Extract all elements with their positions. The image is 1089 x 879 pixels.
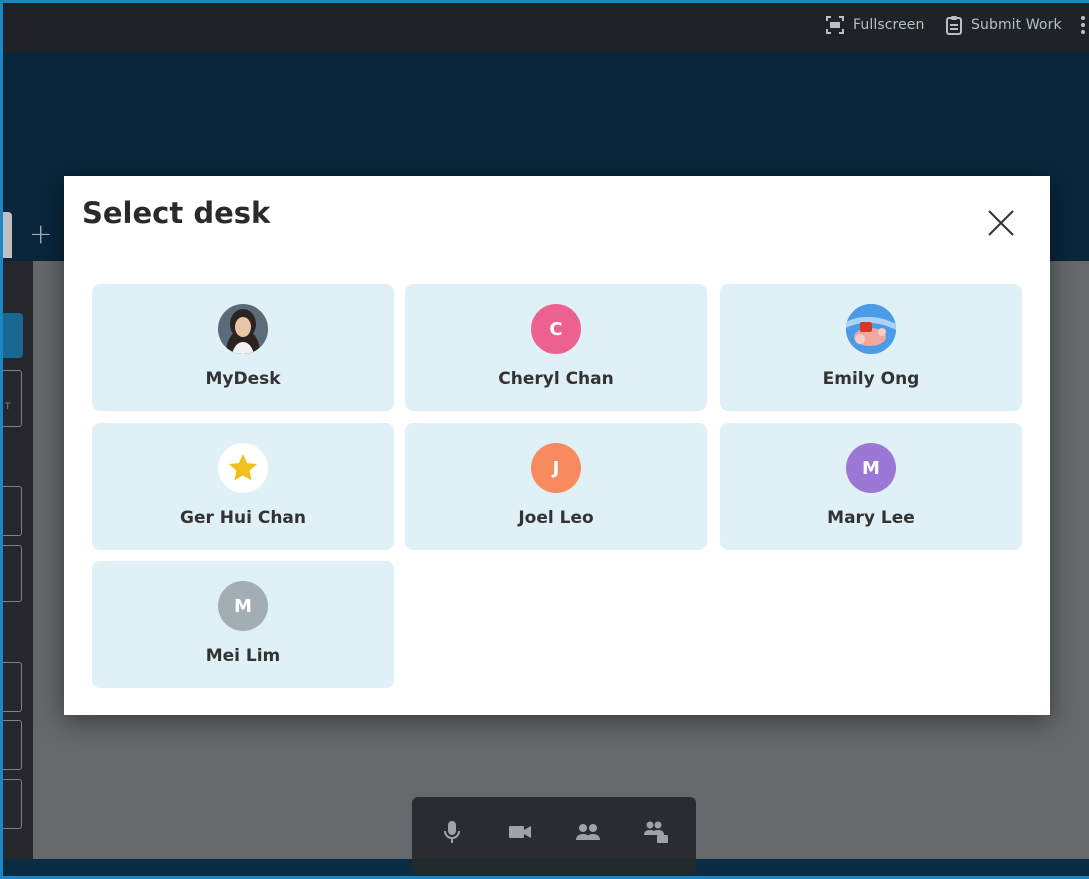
desk-card-mydesk[interactable]: MyDesk bbox=[92, 284, 394, 411]
desk-card-emily-ong[interactable]: Emily Ong bbox=[720, 284, 1022, 411]
avatar-initial: C bbox=[531, 304, 581, 354]
desk-card-joel-leo[interactable]: J Joel Leo bbox=[405, 423, 707, 550]
avatar-star bbox=[218, 443, 268, 493]
fullscreen-icon bbox=[826, 16, 844, 34]
avatar-photo bbox=[218, 304, 268, 354]
dialog-title: Select desk bbox=[82, 196, 271, 230]
select-desk-dialog: Select desk MyDesk C Cheryl Chan Emily O… bbox=[64, 176, 1050, 715]
cartoon-avatar-icon bbox=[846, 304, 896, 354]
desk-card-mary-lee[interactable]: M Mary Lee bbox=[720, 423, 1022, 550]
desk-name: Emily Ong bbox=[822, 369, 920, 389]
desk-name: MyDesk bbox=[205, 369, 281, 389]
close-button[interactable] bbox=[986, 208, 1016, 238]
close-icon bbox=[988, 210, 1014, 236]
desk-name: Ger Hui Chan bbox=[179, 508, 306, 528]
desk-card-cheryl-chan[interactable]: C Cheryl Chan bbox=[405, 284, 707, 411]
star-icon bbox=[228, 453, 258, 481]
avatar-initial: M bbox=[218, 581, 268, 631]
submit-work-label: Submit Work bbox=[971, 17, 1062, 33]
desk-name: Mary Lee bbox=[827, 508, 915, 528]
user-photo-icon bbox=[218, 304, 268, 354]
clipboard-icon bbox=[946, 16, 962, 35]
desk-card-mei-lim[interactable]: M Mei Lim bbox=[92, 561, 394, 688]
more-options-button[interactable] bbox=[1079, 14, 1089, 36]
top-bar bbox=[3, 3, 1089, 52]
fullscreen-button[interactable]: Fullscreen bbox=[825, 14, 924, 36]
desk-name: Mei Lim bbox=[205, 646, 281, 666]
fullscreen-label: Fullscreen bbox=[853, 17, 925, 33]
desk-card-ger-hui-chan[interactable]: Ger Hui Chan bbox=[92, 423, 394, 550]
desk-name: Cheryl Chan bbox=[498, 369, 614, 389]
avatar-photo bbox=[846, 304, 896, 354]
submit-work-button[interactable]: Submit Work bbox=[945, 14, 1062, 36]
avatar-initial: M bbox=[846, 443, 896, 493]
desk-name: Joel Leo bbox=[518, 508, 594, 528]
avatar-initial: J bbox=[531, 443, 581, 493]
more-vertical-icon bbox=[1081, 16, 1085, 34]
